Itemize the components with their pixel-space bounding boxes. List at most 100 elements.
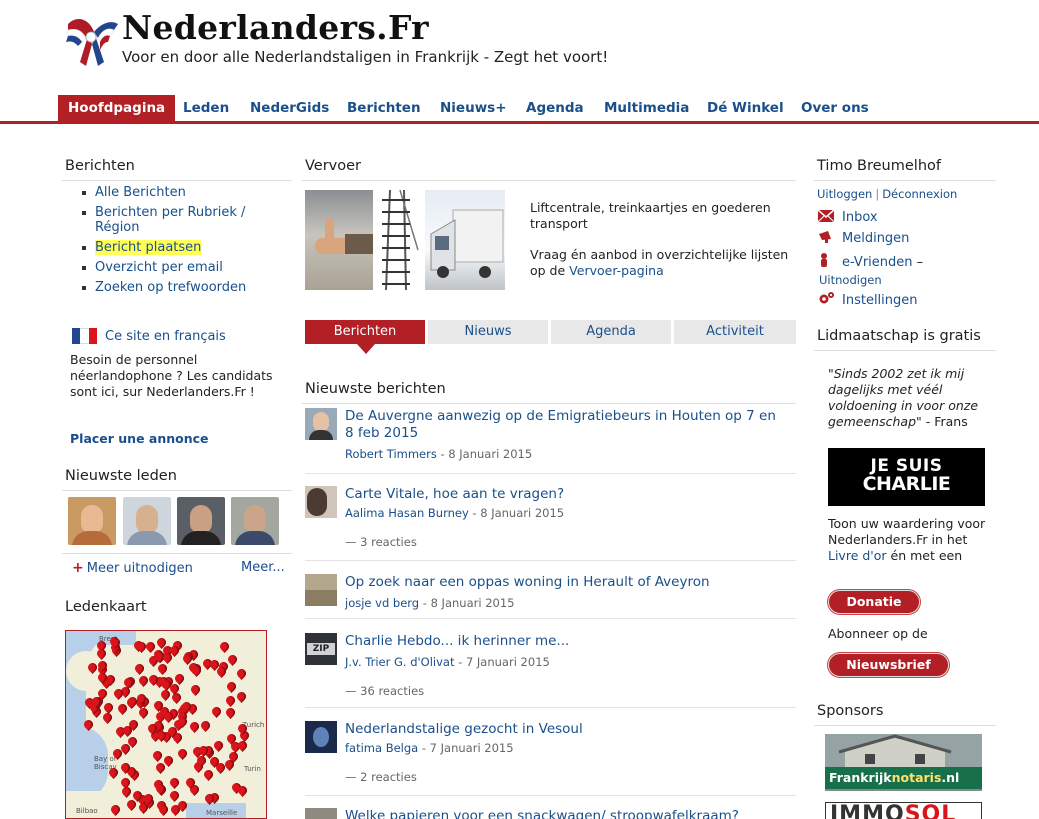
post-author-link[interactable]: josje vd berg bbox=[345, 596, 419, 610]
post-title-link[interactable]: De Auvergne aanwezig op de Emigratiebeur… bbox=[345, 408, 785, 442]
livre-dor-link[interactable]: Livre d'or bbox=[828, 548, 887, 563]
inbox-link[interactable]: Inbox bbox=[817, 209, 878, 228]
post-avatar[interactable] bbox=[305, 574, 337, 606]
post-reacties[interactable]: — 36 reacties bbox=[345, 684, 424, 698]
nav-berichten[interactable]: Berichten bbox=[337, 95, 431, 121]
post-title-link[interactable]: Carte Vitale, hoe aan te vragen? bbox=[345, 486, 785, 503]
uitnodigen-link[interactable]: Uitnodigen bbox=[819, 273, 882, 287]
ledenkaart-heading: Ledenkaart bbox=[65, 599, 147, 615]
placer-annonce-link[interactable]: Placer une annonce bbox=[70, 431, 209, 446]
dutch-french-ribbon-icon bbox=[66, 18, 118, 66]
nav-leden[interactable]: Leden bbox=[173, 95, 239, 121]
link-overzicht-per-email[interactable]: Overzicht per email bbox=[80, 260, 290, 275]
donatie-button[interactable]: Donatie bbox=[828, 590, 920, 614]
tab-nieuws[interactable]: Nieuws bbox=[428, 320, 550, 344]
post-author-link[interactable]: J.v. Trier G. d'Olivat bbox=[345, 655, 454, 669]
nav-multimedia[interactable]: Multimedia bbox=[594, 95, 699, 121]
abonneer-text: Abonneer op de bbox=[828, 626, 928, 641]
megaphone-icon bbox=[818, 231, 834, 243]
member-avatar[interactable] bbox=[68, 497, 116, 545]
thumb-up-icon bbox=[315, 218, 373, 254]
site-tagline: Voor en door alle Nederlandstaligen in F… bbox=[122, 48, 609, 66]
nav-agenda[interactable]: Agenda bbox=[516, 95, 594, 121]
member-avatar[interactable] bbox=[123, 497, 171, 545]
post-author-link[interactable]: fatima Belga bbox=[345, 741, 418, 755]
post-meta: Aalima Hasan Burney - 8 Januari 2015 bbox=[345, 506, 565, 520]
newest-members bbox=[68, 497, 288, 545]
post-author-link[interactable]: Robert Timmers bbox=[345, 447, 437, 461]
tab-berichten[interactable]: Berichten bbox=[305, 320, 427, 344]
nav-de-winkel[interactable]: Dé Winkel bbox=[697, 95, 794, 121]
hitchhike-image[interactable] bbox=[305, 190, 373, 290]
lidmaatschap-heading: Lidmaatschap is gratis bbox=[814, 328, 996, 351]
deconnexion-link[interactable]: Déconnexion bbox=[882, 187, 957, 201]
sponsor-frankrijknotaris[interactable]: Frankrijknotaris.nl bbox=[825, 734, 982, 791]
berichten-heading: Berichten bbox=[62, 158, 292, 181]
tab-activiteit[interactable]: Activiteit bbox=[674, 320, 796, 344]
sponsors-heading: Sponsors bbox=[814, 703, 996, 726]
link-alle-berichten[interactable]: Alle Berichten bbox=[80, 185, 290, 200]
post-avatar[interactable] bbox=[305, 486, 337, 518]
vervoer-description: Liftcentrale, treinkaartjes en goederen … bbox=[530, 200, 789, 278]
post-reacties[interactable]: — 3 reacties bbox=[345, 535, 417, 549]
nav-nieuws[interactable]: Nieuws+ bbox=[430, 95, 517, 121]
meer-members-link[interactable]: Meer... bbox=[241, 560, 285, 575]
plus-icon: + bbox=[72, 560, 84, 576]
member-avatar[interactable] bbox=[177, 497, 225, 545]
post-divider bbox=[305, 795, 796, 796]
french-site-link[interactable]: Ce site en français bbox=[72, 326, 302, 346]
member-quote: "Sinds 2002 zet ik mij dagelijks met véé… bbox=[828, 366, 979, 429]
nieuwste-leden-heading: Nieuwste leden bbox=[62, 468, 292, 491]
truck-icon bbox=[430, 209, 504, 278]
post-title-link[interactable]: Op zoek naar een oppas woning in Herault… bbox=[345, 574, 785, 591]
berichten-links: Alle Berichten Berichten per Rubriek / R… bbox=[80, 185, 290, 300]
nieuwste-berichten-heading: Nieuwste berichten bbox=[302, 381, 796, 404]
logout-links: Uitloggen | Déconnexion bbox=[817, 187, 958, 201]
post-reacties[interactable]: — 2 reacties bbox=[345, 770, 417, 784]
post-divider bbox=[305, 707, 796, 708]
waardering-text: Toon uw waardering voor Nederlanders.Fr … bbox=[828, 516, 986, 563]
truck-image[interactable] bbox=[425, 190, 505, 290]
member-avatar[interactable] bbox=[231, 497, 279, 545]
post-avatar[interactable] bbox=[305, 808, 337, 819]
meer-uitnodigen-link[interactable]: + Meer uitnodigen bbox=[72, 560, 193, 576]
nav-hoofdpagina[interactable]: Hoofdpagina bbox=[58, 95, 176, 121]
post-avatar[interactable]: ZIP bbox=[305, 633, 337, 665]
post-meta: Robert Timmers - 8 Januari 2015 bbox=[345, 447, 533, 461]
vervoer-page-link[interactable]: Vervoer-pagina bbox=[569, 263, 664, 278]
french-flag-icon bbox=[72, 328, 97, 344]
user-name-heading: Timo Breumelhof bbox=[814, 158, 996, 181]
sponsor-immosol[interactable]: IMMOSOL bbox=[825, 802, 982, 819]
nav-over-ons[interactable]: Over ons bbox=[791, 95, 879, 121]
content-tabs: Berichten Nieuws Agenda Activiteit bbox=[305, 320, 796, 344]
post-title-link[interactable]: Welke papieren voor een snackwagen/ stro… bbox=[345, 808, 785, 819]
post-author-link[interactable]: Aalima Hasan Burney bbox=[345, 506, 469, 520]
instellingen-link[interactable]: Instellingen bbox=[818, 291, 918, 309]
nav-nedergids[interactable]: NederGids bbox=[240, 95, 339, 121]
post-meta: J.v. Trier G. d'Olivat - 7 Januari 2015 bbox=[345, 655, 550, 669]
map-label: Turin bbox=[244, 765, 261, 773]
link-berichten-per-rubriek[interactable]: Berichten per Rubriek / Région bbox=[80, 205, 290, 235]
uitloggen-link[interactable]: Uitloggen bbox=[817, 187, 872, 201]
post-avatar[interactable] bbox=[305, 408, 337, 440]
person-icon bbox=[818, 253, 834, 267]
e-vrienden-link[interactable]: e-Vrienden – bbox=[818, 253, 923, 271]
post-title-link[interactable]: Nederlandstalige gezocht in Vesoul bbox=[345, 721, 785, 738]
tab-agenda[interactable]: Agenda bbox=[551, 320, 673, 344]
rails-image[interactable] bbox=[378, 190, 420, 290]
gear-icon bbox=[818, 291, 834, 304]
je-suis-charlie-banner[interactable]: JE SUIS CHARLIE bbox=[828, 448, 985, 506]
nieuwsbrief-button[interactable]: Nieuwsbrief bbox=[828, 653, 949, 677]
active-tab-indicator bbox=[357, 344, 375, 354]
link-zoeken-op-trefwoorden[interactable]: Zoeken op trefwoorden bbox=[80, 280, 290, 295]
link-bericht-plaatsen[interactable]: Bericht plaatsen bbox=[80, 240, 290, 255]
post-avatar[interactable] bbox=[305, 721, 337, 753]
site-logo[interactable] bbox=[60, 10, 122, 72]
site-title[interactable]: Nederlanders.Fr bbox=[122, 8, 429, 47]
map-label: Marseille bbox=[206, 809, 238, 817]
meldingen-link[interactable]: Meldingen bbox=[818, 231, 909, 249]
post-divider bbox=[305, 618, 796, 619]
house-icon bbox=[825, 734, 982, 768]
ledenkaart-map[interactable]: Brest Bay of Biscay Bilbao Marseille Tur… bbox=[65, 630, 267, 819]
post-title-link[interactable]: Charlie Hebdo... ik herinner me... bbox=[345, 633, 785, 650]
